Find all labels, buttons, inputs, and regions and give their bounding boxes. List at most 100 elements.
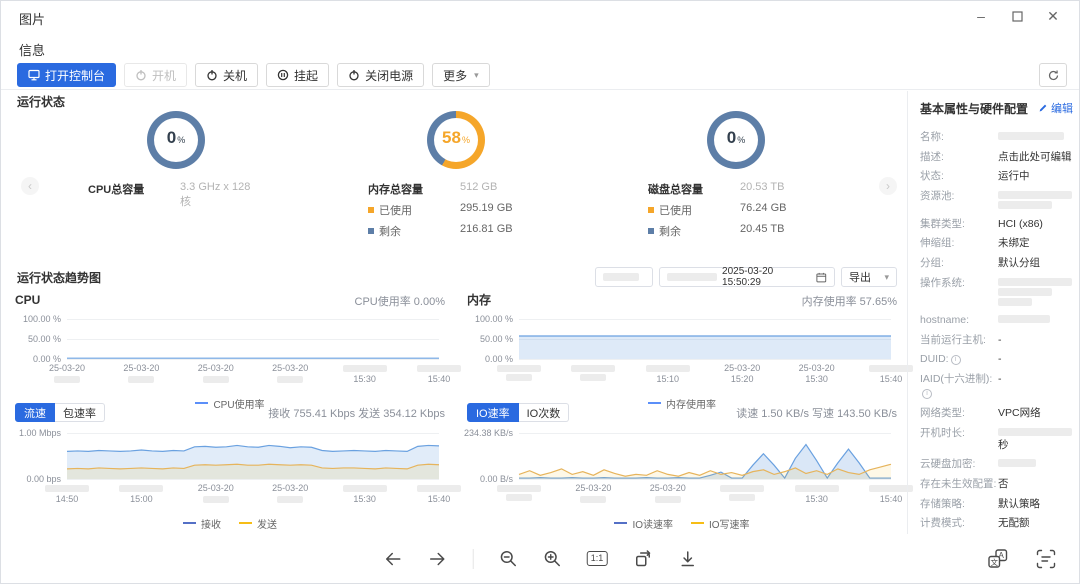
info-icon[interactable]: i bbox=[922, 389, 932, 399]
property-row: 状态:运行中 bbox=[920, 169, 1073, 183]
redacted-text bbox=[998, 132, 1064, 140]
cpu-chart: CPU CPU使用率 0.00% 100.00 %50.00 %0.00 % 2… bbox=[15, 291, 445, 411]
more-button[interactable]: 更多 ▾ bbox=[432, 63, 490, 87]
property-row: 资源池: bbox=[920, 189, 1073, 211]
ocr-scan-button[interactable] bbox=[1035, 548, 1057, 570]
property-value: 未绑定 bbox=[998, 236, 1073, 250]
minimize-button[interactable]: – bbox=[967, 3, 995, 29]
property-label: 云硬盘加密: bbox=[920, 457, 998, 471]
maximize-icon bbox=[1012, 11, 1023, 22]
memory-chart: 内存 内存使用率 57.65% 100.00 %50.00 %0.00 % 15… bbox=[467, 291, 897, 411]
gauge-legend-name: 剩余 bbox=[648, 223, 740, 239]
previous-image-button[interactable] bbox=[383, 549, 403, 569]
power-off-icon bbox=[348, 69, 360, 81]
running-status-title: 运行状态 bbox=[17, 93, 65, 110]
x-tick-label bbox=[497, 363, 541, 383]
property-row: 名称: bbox=[920, 130, 1073, 144]
gauge-unit: % bbox=[177, 135, 185, 145]
chart-current-value: 内存使用率 57.65% bbox=[802, 293, 897, 309]
property-value: - bbox=[998, 372, 1073, 400]
chart-current-value: 接收 755.41 Kbps 发送 354.12 Kbps bbox=[268, 405, 445, 421]
property-value: 默认分组 bbox=[998, 256, 1073, 270]
refresh-button[interactable] bbox=[1039, 63, 1067, 87]
export-button[interactable]: 导出 ▾ bbox=[841, 267, 897, 287]
gauge-label: 内存总容量 bbox=[368, 181, 460, 197]
download-button[interactable] bbox=[677, 549, 697, 569]
carousel-prev-button[interactable]: ‹ bbox=[21, 177, 39, 195]
legend-item[interactable]: IO读速率 bbox=[614, 516, 673, 531]
shutdown-button[interactable]: 关机 bbox=[195, 63, 258, 87]
tab-io-rate[interactable]: IO速率 bbox=[467, 403, 519, 422]
property-value: 无配额 bbox=[998, 516, 1073, 530]
legend-bullet-icon bbox=[648, 207, 654, 213]
legend-dash-icon bbox=[183, 522, 196, 524]
gauge-legend-name: 已使用 bbox=[368, 202, 460, 218]
property-label: 状态: bbox=[920, 169, 998, 183]
redacted-text bbox=[998, 201, 1052, 209]
maximize-button[interactable] bbox=[1003, 3, 1031, 29]
property-label: 当前运行主机: bbox=[920, 333, 998, 347]
tab-packet-rate[interactable]: 包速率 bbox=[55, 403, 105, 422]
legend-dash-icon bbox=[691, 522, 704, 524]
date-range-input[interactable]: 2025-03-20 15:50:29 bbox=[659, 267, 835, 287]
gauge-value: 0 bbox=[167, 129, 176, 146]
property-row: hostname: bbox=[920, 313, 1073, 327]
gauge-value: 58 bbox=[442, 129, 461, 146]
property-label: 操作系统: bbox=[920, 276, 998, 308]
gauge-total: 3.3 GHz x 128 核 bbox=[180, 181, 260, 209]
edit-button[interactable]: 编辑 bbox=[1038, 100, 1073, 116]
info-icon[interactable]: i bbox=[951, 355, 961, 365]
legend-bullet-icon bbox=[368, 207, 374, 213]
x-tick-label: 25-03-20 bbox=[198, 363, 234, 385]
property-label: IAID(十六进制):i bbox=[920, 372, 998, 400]
property-value[interactable]: 点击此处可编辑 bbox=[998, 150, 1073, 164]
image-viewer-window: 图片 – ✕ 信息 打开控制台 开机 关机 挂起 关闭电源 更多 bbox=[0, 0, 1080, 584]
power-off-button[interactable]: 关闭电源 bbox=[337, 63, 424, 87]
zoom-out-button[interactable] bbox=[499, 549, 518, 568]
window-title: 图片 bbox=[19, 9, 45, 28]
arrow-right-icon bbox=[428, 549, 448, 569]
actual-size-button[interactable]: 1:1 bbox=[587, 551, 608, 566]
chart-y-axis: 1.00 Mbps0.00 bps bbox=[15, 433, 61, 479]
x-tick-label: 25-03-20 bbox=[198, 483, 234, 505]
legend-item[interactable]: 发送 bbox=[239, 516, 277, 531]
close-button[interactable]: ✕ bbox=[1039, 3, 1067, 29]
x-tick-label: 15:30 bbox=[795, 483, 839, 505]
refresh-icon bbox=[1047, 69, 1060, 82]
property-value: 秒 bbox=[998, 426, 1073, 452]
gauge-unit: % bbox=[737, 135, 745, 145]
open-console-button[interactable]: 打开控制台 bbox=[17, 63, 116, 87]
y-tick-label: 100.00 % bbox=[23, 314, 61, 324]
next-image-button[interactable] bbox=[428, 549, 448, 569]
info-section-label: 信息 bbox=[19, 40, 45, 59]
property-row: IAID(十六进制):i- bbox=[920, 372, 1073, 400]
chart-legend: IO读速率 IO写速率 bbox=[467, 511, 897, 531]
gauge-label: CPU总容量 bbox=[88, 181, 180, 209]
chart-y-axis: 100.00 %50.00 %0.00 % bbox=[15, 319, 61, 359]
property-value: 默认策略 bbox=[998, 497, 1073, 511]
property-label: 存储策略: bbox=[920, 497, 998, 511]
property-value: 运行中 bbox=[998, 169, 1073, 183]
rotate-button[interactable] bbox=[632, 549, 652, 569]
suspend-button[interactable]: 挂起 bbox=[266, 63, 329, 87]
time-range-select[interactable] bbox=[595, 267, 653, 287]
legend-item[interactable]: IO写速率 bbox=[691, 516, 750, 531]
property-value: HCI (x86) bbox=[998, 217, 1073, 231]
y-tick-label: 50.00 % bbox=[28, 334, 61, 344]
property-label: 集群类型: bbox=[920, 217, 998, 231]
chart-x-axis: 25-03-2025-03-2015:3015:40 bbox=[519, 483, 891, 507]
zoom-in-button[interactable] bbox=[543, 549, 562, 568]
legend-item[interactable]: 接收 bbox=[183, 516, 221, 531]
property-label: 计费模式: bbox=[920, 516, 998, 530]
x-tick-label: 15:00 bbox=[119, 483, 163, 505]
carousel-next-button[interactable]: › bbox=[879, 177, 897, 195]
tab-flow-rate[interactable]: 流速 bbox=[15, 403, 55, 422]
chevron-right-icon: › bbox=[886, 179, 890, 193]
property-value bbox=[998, 276, 1073, 308]
tab-io-count[interactable]: IO次数 bbox=[519, 403, 570, 422]
translate-button[interactable]: A 文 bbox=[987, 548, 1009, 570]
x-tick-label: 15:10 bbox=[646, 363, 690, 385]
svg-text:文: 文 bbox=[990, 556, 998, 566]
power-on-button[interactable]: 开机 bbox=[124, 63, 187, 87]
memory-gauge: 58% 内存总容量512 GB已使用295.19 GB剩余216.81 GB bbox=[356, 111, 556, 239]
